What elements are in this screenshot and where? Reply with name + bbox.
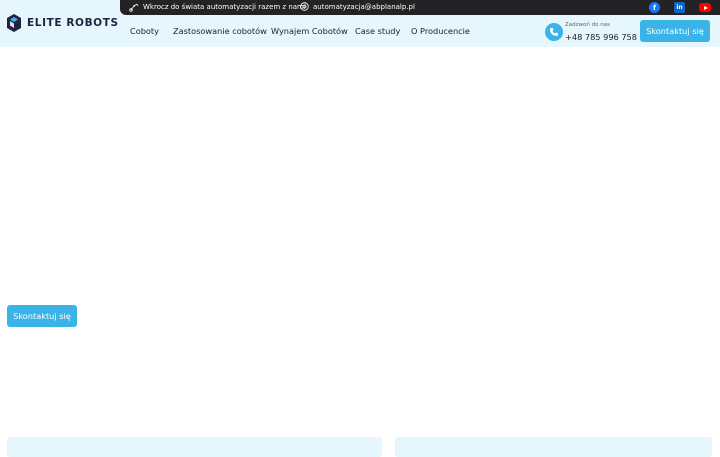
robot-arm-icon	[129, 3, 139, 12]
nav-item-case-study[interactable]: Case study	[355, 26, 400, 36]
at-sign-icon	[300, 2, 309, 11]
header: ELITE ROBOTS Wkrocz do świata automatyza…	[0, 0, 720, 47]
nav-item-coboty[interactable]: Coboty	[130, 26, 159, 36]
contact-button-hero[interactable]: Skontaktuj się	[7, 305, 77, 327]
brand-logo[interactable]: ELITE ROBOTS	[7, 14, 119, 32]
top-info-bar: Wkrocz do świata automatyzacji razem z n…	[120, 0, 720, 15]
email-link[interactable]: automatyzacja@abplanalp.pl	[300, 2, 415, 11]
tagline-text: Wkrocz do świata automatyzacji razem z n…	[143, 3, 306, 11]
phone-number[interactable]: +48 785 996 758	[565, 32, 637, 42]
tagline: Wkrocz do świata automatyzacji razem z n…	[129, 2, 306, 12]
product-card[interactable]	[395, 437, 712, 457]
facebook-icon[interactable]: f	[649, 2, 660, 13]
phone-icon	[545, 23, 563, 41]
linkedin-icon[interactable]: in	[674, 2, 685, 13]
email-text[interactable]: automatyzacja@abplanalp.pl	[313, 3, 415, 11]
brand-name: ELITE ROBOTS	[27, 17, 119, 29]
nav-item-o-producencie[interactable]: O Producencie	[411, 26, 470, 36]
elite-robots-logo-icon	[7, 14, 21, 32]
contact-button-header[interactable]: Skontaktuj się	[640, 20, 710, 42]
phone-label: Zadzwoń do nas	[565, 22, 610, 28]
youtube-icon[interactable]	[699, 3, 711, 12]
nav-item-wynajem-cobotow[interactable]: Wynajem Cobotów	[271, 26, 348, 36]
nav-item-zastosowanie-cobotow[interactable]: Zastosowanie cobotów	[173, 26, 267, 36]
product-card[interactable]	[7, 437, 382, 457]
